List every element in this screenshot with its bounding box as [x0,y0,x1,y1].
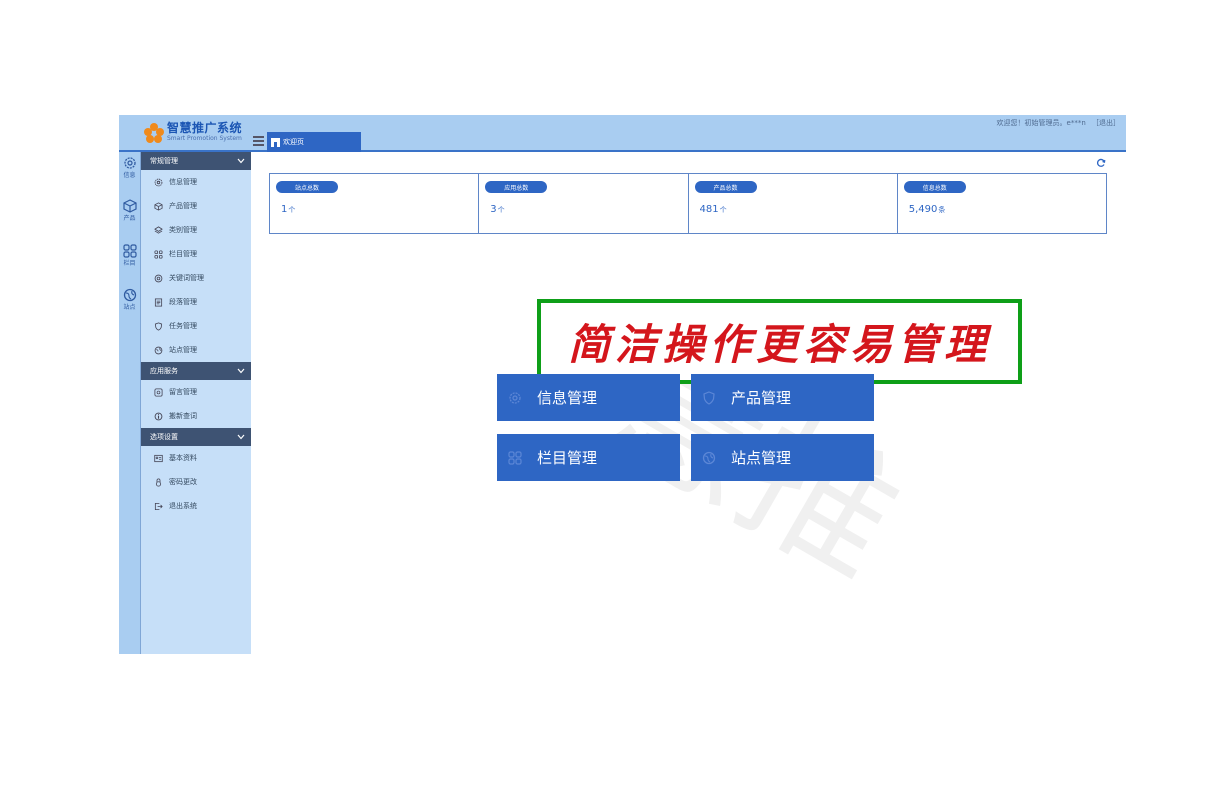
stat-products: 产品总数 481个 [689,174,898,233]
top-bar: 智慧推广系统 Smart Promotion System 欢迎您！初始管理员。… [119,115,1126,152]
logo-subtitle: Smart Promotion System [167,135,242,142]
sidebar-group-settings[interactable]: 选项设置 [141,428,251,446]
stat-value: 481 [699,204,719,215]
chevron-down-icon [237,368,245,374]
exit-icon [154,502,163,510]
home-icon [271,137,280,147]
grid-icon [154,249,163,259]
stat-label: 产品总数 [694,181,757,193]
globe-icon [702,451,716,464]
sidebar: 常规管理 信息管理 产品管理 类别管理 栏目管理 关键词管理 段落管理 任务管理… [141,152,251,654]
sidebar-item-keyword[interactable]: 关键词管理 [141,266,251,290]
stat-value: 5,490 [908,204,938,215]
stat-unit: 个 [719,206,727,214]
stat-value: 1 [281,204,288,215]
sidebar-group-services[interactable]: 应用服务 [141,362,251,380]
id-card-icon [154,454,163,462]
stat-label: 站点总数 [276,181,338,193]
sidebar-item-password[interactable]: 密码更改 [141,470,251,494]
sidebar-item-task[interactable]: 任务管理 [141,314,251,338]
quick-product-button[interactable]: 产品管理 [691,374,874,421]
document-icon [154,297,163,307]
quick-column-button[interactable]: 栏目管理 [497,434,680,481]
quick-site-button[interactable]: 站点管理 [691,434,874,481]
gear-icon [509,391,521,404]
gear-icon [154,178,163,186]
logo: 智慧推广系统 Smart Promotion System [144,122,242,143]
rail-item-product[interactable]: 产品 [119,199,140,222]
menu-toggle-icon[interactable] [253,135,265,147]
welcome-area: 欢迎您！初始管理员。e***n ［退出］ [993,118,1120,128]
sidebar-item-category[interactable]: 类别管理 [141,218,251,242]
stat-unit: 条 [938,206,946,214]
sidebar-item-profile[interactable]: 基本资料 [141,446,251,470]
lock-icon [155,477,162,487]
refresh-icon[interactable] [1096,158,1106,168]
cube-icon [154,201,163,211]
quick-info-button[interactable]: 信息管理 [497,374,680,421]
layers-icon [154,225,163,234]
message-icon [154,387,163,397]
tab-welcome-label: 欢迎页 [283,138,304,146]
stat-unit: 个 [288,206,296,214]
sidebar-group-general[interactable]: 常规管理 [141,152,251,170]
logout-link[interactable]: ［退出］ [1092,119,1120,127]
rail-item-column[interactable]: 栏目 [119,244,140,267]
stat-label: 应用总数 [485,181,548,193]
rail-item-info[interactable]: 信息 [119,156,140,179]
grid-icon [122,244,137,258]
rail-item-site[interactable]: 站点 [119,288,140,311]
sidebar-item-column[interactable]: 栏目管理 [141,242,251,266]
stat-info: 信息总数 5,490条 [898,174,1106,233]
stat-sites: 站点总数 1个 [270,174,480,233]
promo-banner-text: 简洁操作更容易管理 [567,320,991,369]
grid-icon [508,450,522,465]
cube-icon [122,199,137,213]
target-icon [154,274,163,282]
sidebar-item-site[interactable]: 站点管理 [141,338,251,362]
sidebar-item-info[interactable]: 信息管理 [141,170,251,194]
stats-panel: 站点总数 1个 应用总数 3个 产品总数 481个 信息总数 5,490条 [269,173,1107,234]
sidebar-item-query[interactable]: 搬新查词 [141,404,251,428]
info-icon [154,412,163,420]
stat-unit: 个 [497,206,505,214]
sidebar-item-paragraph[interactable]: 段落管理 [141,290,251,314]
stat-apps: 应用总数 3个 [479,174,689,233]
main-content: 慧推 站点总数 1个 应用总数 3个 产品总数 481个 信息总数 5,490条… [251,152,1126,654]
sidebar-item-exit[interactable]: 退出系统 [141,494,251,518]
logo-mark-icon [144,123,164,143]
app-window: 智慧推广系统 Smart Promotion System 欢迎您！初始管理员。… [119,115,1126,654]
shield-icon [703,390,715,405]
gear-icon [123,157,136,169]
tab-welcome[interactable]: 欢迎页 [267,132,361,152]
chevron-down-icon [237,434,245,440]
logo-title: 智慧推广系统 [167,121,243,135]
shield-icon [154,321,163,331]
globe-icon [123,288,136,302]
sidebar-item-product[interactable]: 产品管理 [141,194,251,218]
promo-banner: 简洁操作更容易管理 [537,299,1022,384]
icon-rail: 信息 产品 栏目 站点 [119,152,141,654]
stat-value: 3 [490,204,497,215]
sidebar-item-message[interactable]: 留言管理 [141,380,251,404]
stat-label: 信息总数 [903,181,966,193]
globe-icon [154,346,163,354]
welcome-text: 欢迎您！初始管理员。e***n [996,119,1086,127]
chevron-down-icon [237,158,245,164]
